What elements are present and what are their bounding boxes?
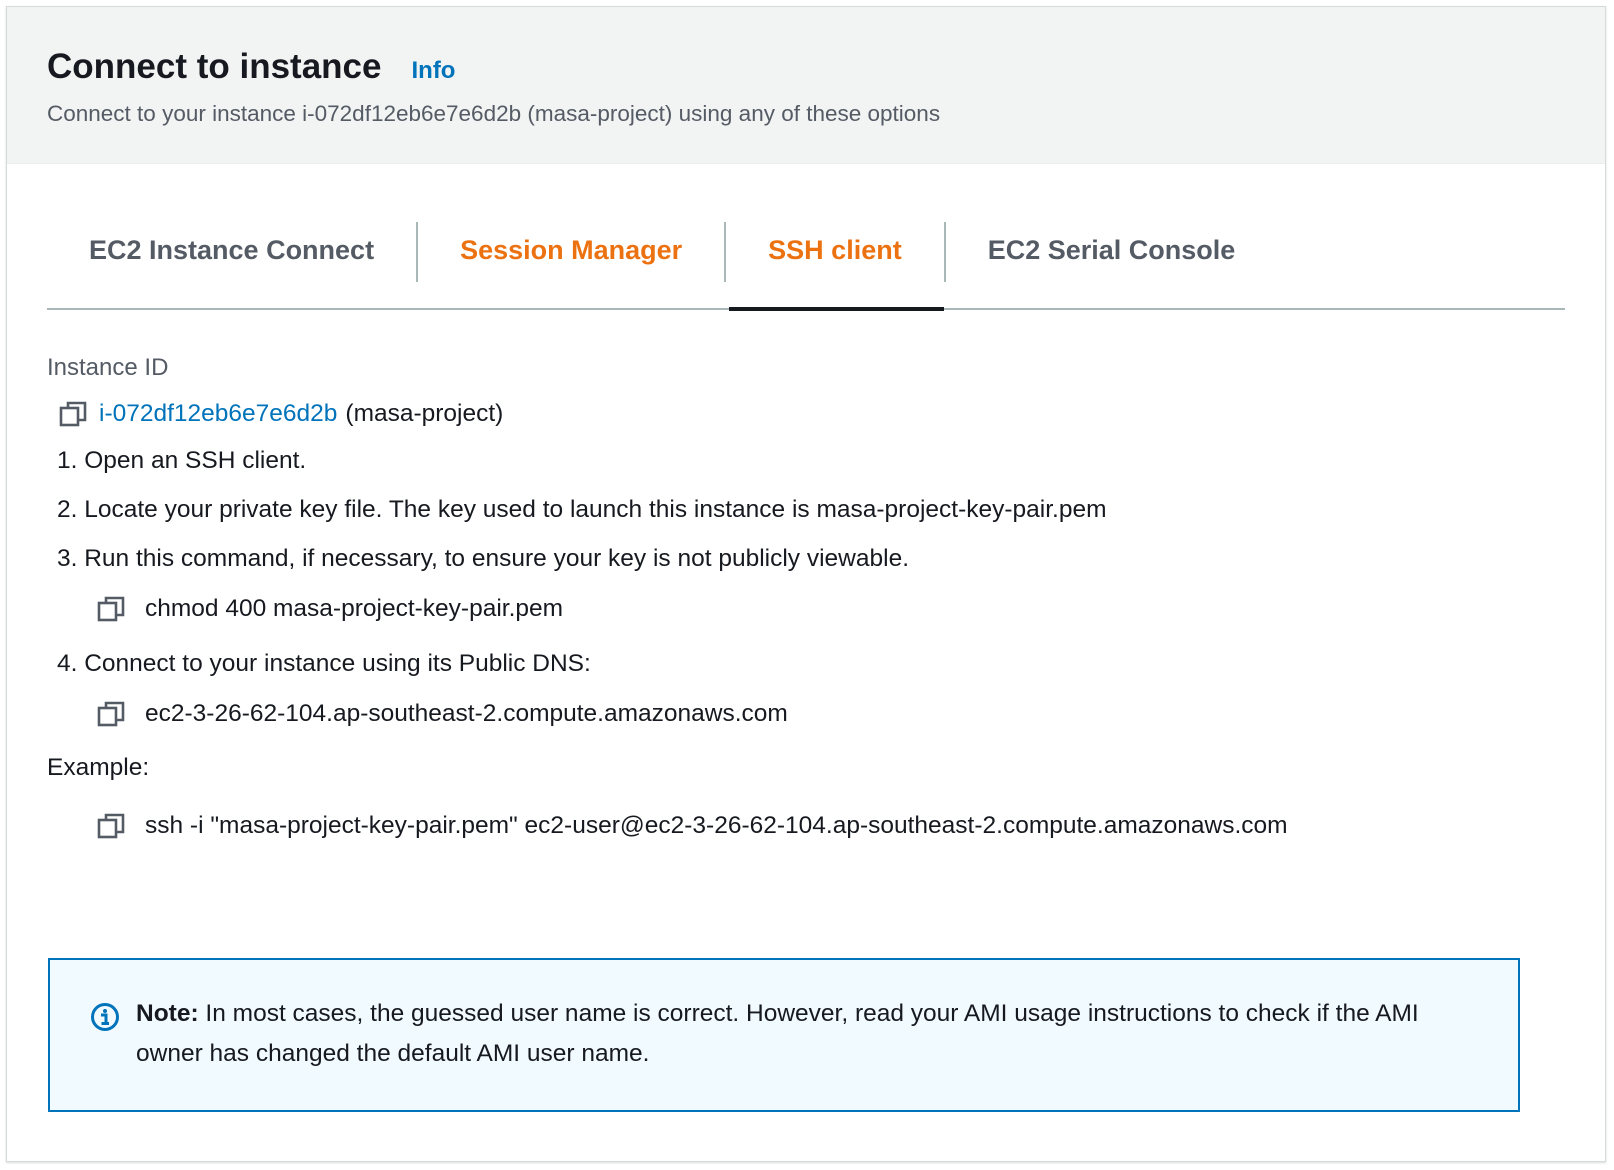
info-circle-icon [90,1002,120,1110]
panel-body: EC2 Instance Connect Session Manager SSH… [7,222,1605,1112]
note-text: Note: In most cases, the guessed user na… [136,994,1478,1110]
tab-session-manager[interactable]: Session Manager [418,222,724,308]
copy-icon[interactable] [97,812,125,840]
tab-ec2-instance-connect[interactable]: EC2 Instance Connect [47,222,416,308]
example-ssh-command: ssh -i "masa-project-key-pair.pem" ec2-u… [145,812,1288,839]
instance-name: (masa-project) [345,400,504,427]
public-dns-row: ec2-3-26-62-104.ap-southeast-2.compute.a… [97,700,1565,728]
chmod-command-row: chmod 400 masa-project-key-pair.pem [97,595,1565,623]
step-locate-key: 2. Locate your private key file. The key… [57,496,1107,523]
note-alert: Note: In most cases, the guessed user na… [48,958,1520,1112]
instance-id-row: i-072df12eb6e7e6d2b (masa-project) [59,400,1565,428]
public-dns: ec2-3-26-62-104.ap-southeast-2.compute.a… [145,700,788,727]
chmod-command: chmod 400 masa-project-key-pair.pem [145,595,564,622]
tab-ssh-client[interactable]: SSH client [726,222,944,311]
example-command-row: ssh -i "masa-project-key-pair.pem" ec2-u… [97,812,1565,840]
copy-icon[interactable] [97,700,125,728]
info-link[interactable]: Info [411,57,455,85]
note-body: In most cases, the guessed user name is … [136,1000,1419,1067]
step-open-ssh: 1. Open an SSH client. [57,447,307,474]
example-label: Example: [47,754,150,781]
tab-bar: EC2 Instance Connect Session Manager SSH… [47,222,1565,311]
page-subtitle: Connect to your instance i-072df12eb6e7e… [47,101,941,126]
ssh-steps-list: 1. Open an SSH client. 2. Locate your pr… [47,446,1565,574]
page-title: Connect to instance [47,47,382,86]
instance-id-label: Instance ID [47,354,169,381]
connect-to-instance-panel: Connect to instance Info Connect to your… [6,6,1606,1162]
title-row: Connect to instance Info [47,47,1565,87]
step-chmod: 3. Run this command, if necessary, to en… [57,545,909,572]
copy-icon[interactable] [97,595,125,623]
copy-icon[interactable] [59,400,87,428]
panel-header: Connect to instance Info Connect to your… [7,7,1605,164]
instance-id-link[interactable]: i-072df12eb6e7e6d2b [99,400,337,428]
tab-ec2-serial-console[interactable]: EC2 Serial Console [946,222,1278,308]
note-bold-label: Note: [136,1000,199,1027]
step-connect-dns: 4. Connect to your instance using its Pu… [57,650,591,677]
